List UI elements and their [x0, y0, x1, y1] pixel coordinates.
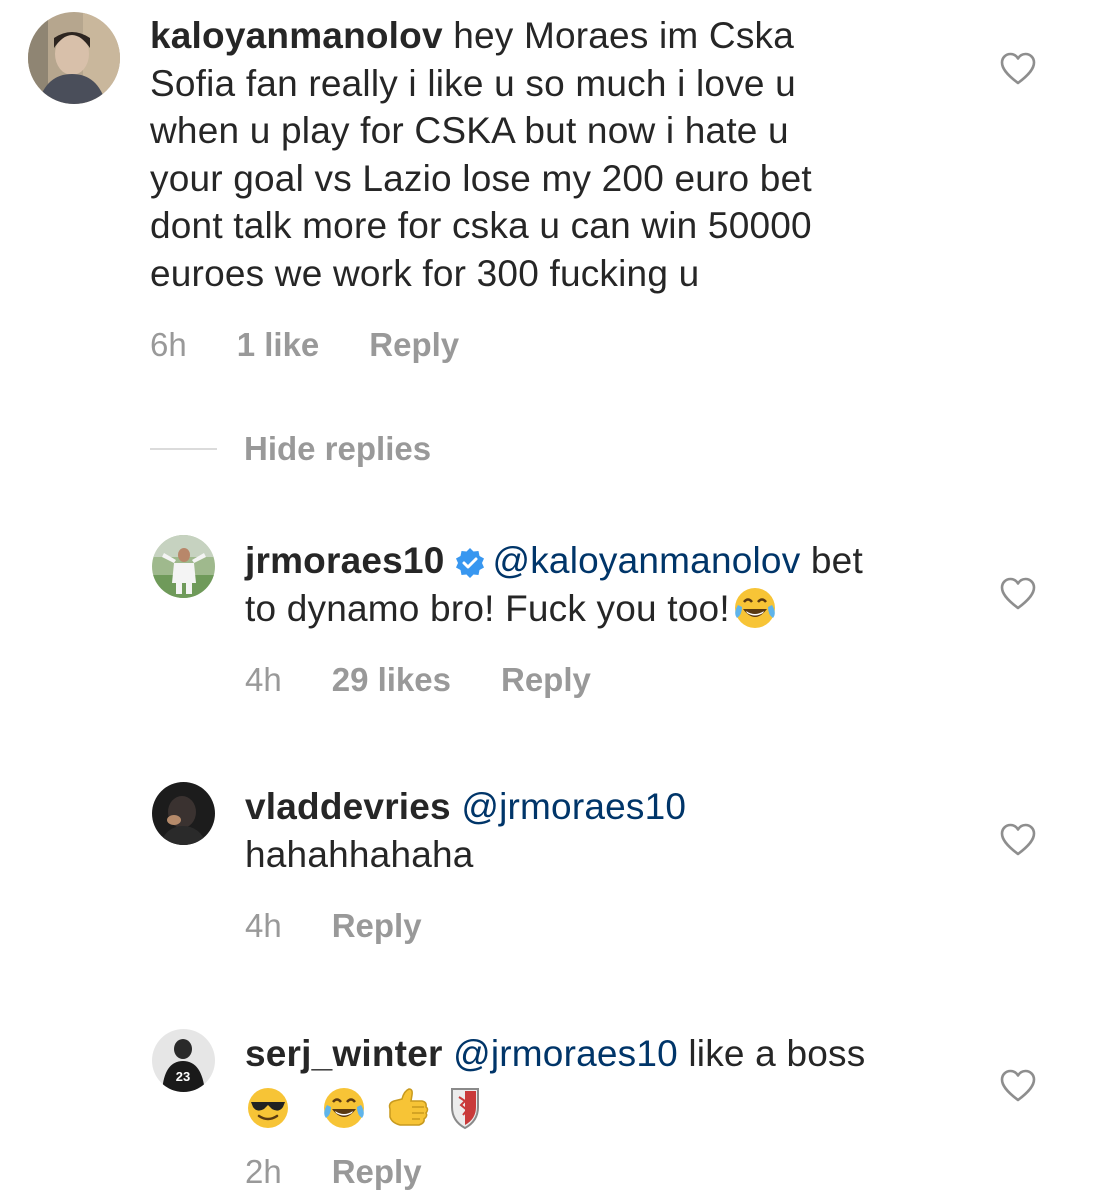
avatar-photo: 23: [152, 1029, 215, 1092]
face-with-tears-of-joy-icon: [734, 587, 775, 628]
heart-icon[interactable]: [1000, 577, 1036, 611]
comment-text-line: like a boss: [677, 1033, 866, 1074]
comment-text-line: hey Moraes im Cska: [442, 15, 795, 56]
reply-button[interactable]: Reply: [501, 661, 591, 699]
verified-badge-icon: [456, 548, 485, 579]
comment-meta: 6h 1 like Reply: [150, 326, 459, 364]
shield-icon: [451, 1087, 480, 1129]
reply-button[interactable]: Reply: [369, 326, 459, 364]
comment-text-line: when u play for CSKA but now i hate u: [150, 110, 789, 151]
likes-count[interactable]: 1 like: [237, 326, 320, 364]
timestamp: 4h: [245, 907, 282, 944]
timestamp: 4h: [245, 661, 282, 698]
avatar[interactable]: 23: [152, 1029, 215, 1092]
avatar[interactable]: [28, 12, 120, 104]
comment-text-line: euroes we work for 300 fucking u: [150, 252, 700, 294]
username[interactable]: serj_winter: [245, 1033, 443, 1074]
likes-count[interactable]: 29 likes: [332, 661, 451, 699]
comment-text-line: bet: [800, 540, 863, 581]
heart-icon[interactable]: [1000, 52, 1036, 86]
mention-link[interactable]: @jrmoraes10: [461, 786, 686, 827]
avatar-photo: [152, 535, 215, 598]
comment-body: vladdevries @jrmoraes10 hahahhahaha: [245, 783, 965, 878]
mention-link[interactable]: @jrmoraes10: [453, 1033, 678, 1074]
reply-button[interactable]: Reply: [332, 907, 422, 945]
comment-body: jrmoraes10 @kaloyanmanolov bet to dynamo …: [245, 537, 965, 632]
comment-text-line: Sofia fan really i like u so much i love…: [150, 62, 796, 104]
comment-text-line: hahahhahaha: [245, 833, 474, 875]
comment-text-line: your goal vs Lazio lose my 200 euro bet: [150, 157, 812, 199]
mention-link[interactable]: @kaloyanmanolov: [492, 540, 800, 581]
smiling-face-with-sunglasses-icon: [248, 1087, 288, 1128]
hide-replies-button[interactable]: Hide replies: [150, 430, 431, 468]
avatar[interactable]: [152, 535, 215, 598]
hide-replies-label: Hide replies: [244, 430, 432, 467]
comment-text-line: to dynamo bro! Fuck you too!: [245, 587, 730, 629]
divider: [150, 448, 217, 450]
comment-meta: 4h 29 likes Reply: [245, 661, 591, 699]
call-me-hand-icon: [388, 1087, 429, 1126]
comment-body: kaloyanmanolov hey Moraes im Cska Sofia …: [150, 12, 950, 297]
timestamp: 2h: [245, 1153, 282, 1190]
comment-meta: 4h Reply: [245, 907, 422, 945]
comment-body: serj_winter @jrmoraes10 like a boss: [245, 1030, 965, 1131]
face-with-tears-of-joy-icon: [324, 1087, 365, 1128]
reply-button[interactable]: Reply: [332, 1153, 422, 1191]
jersey-number: 23: [176, 1069, 190, 1084]
avatar-photo: [28, 12, 120, 104]
comment-meta: 2h Reply: [245, 1153, 422, 1191]
avatar[interactable]: [152, 782, 215, 845]
avatar-photo: [152, 782, 215, 845]
heart-icon[interactable]: [1000, 1069, 1036, 1103]
heart-icon[interactable]: [1000, 823, 1036, 857]
username[interactable]: vladdevries: [245, 786, 451, 827]
username[interactable]: jrmoraes10: [245, 540, 444, 581]
comment-text-line: dont talk more for cska u can win 50000: [150, 205, 812, 246]
timestamp: 6h: [150, 326, 187, 363]
username[interactable]: kaloyanmanolov: [150, 15, 443, 56]
